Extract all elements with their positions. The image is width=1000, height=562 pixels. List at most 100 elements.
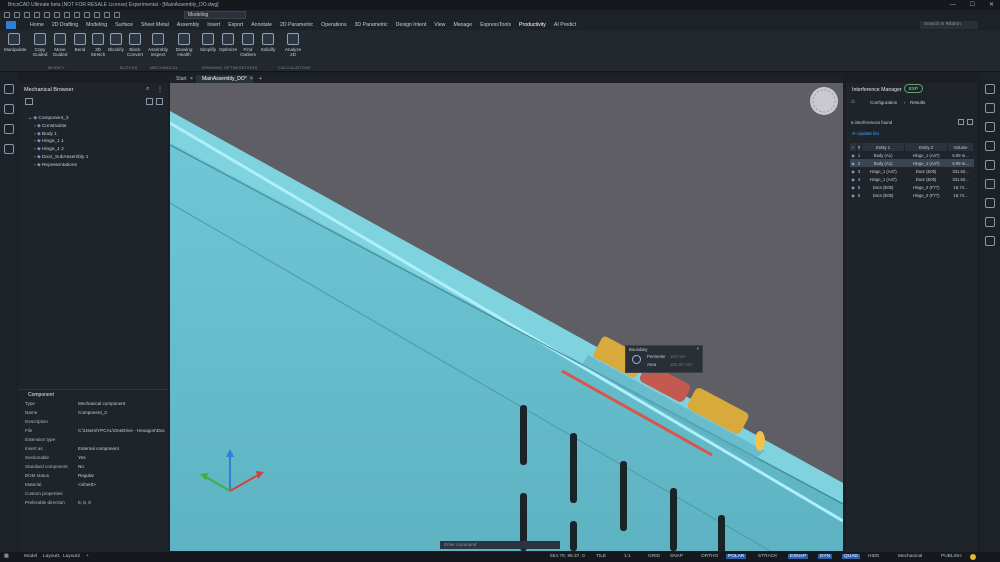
column-header[interactable]: Entity 2: [904, 143, 949, 151]
property-value[interactable]: Regular: [78, 473, 94, 478]
tree-view-icon[interactable]: [25, 98, 33, 105]
cloud-icon[interactable]: [985, 236, 995, 246]
library-icon[interactable]: [985, 179, 995, 189]
property-row[interactable]: Sectionable Yes: [25, 455, 165, 460]
home-icon[interactable]: ⌂: [851, 99, 855, 105]
table-row[interactable]: ◉ 6 Door (E05) Hinge_2 (F77) 16.74...: [850, 191, 974, 199]
workspace-status[interactable]: Mechanical: [898, 552, 922, 562]
ribbon-button-blockify[interactable]: Blockify: [106, 33, 126, 52]
add-tab-button[interactable]: +: [259, 75, 262, 83]
expand-icon[interactable]: [146, 98, 153, 105]
status-toggle-dyn[interactable]: DYN: [818, 552, 833, 562]
settings-icon[interactable]: [967, 119, 973, 125]
tree-item[interactable]: › ◈ Body 1: [28, 131, 88, 139]
properties-icon[interactable]: [4, 84, 14, 94]
close-icon[interactable]: ×: [696, 346, 699, 351]
status-toggle-strack[interactable]: STRACK: [758, 552, 777, 562]
color-icon[interactable]: [74, 12, 80, 18]
property-value[interactable]: Yes: [78, 455, 86, 460]
tree-item[interactable]: ⌄ ◈ Component_3: [28, 115, 88, 123]
view-cube-icon[interactable]: [94, 12, 100, 18]
linetype-icon[interactable]: [84, 12, 90, 18]
table-row[interactable]: ◉ 1 Body (A1) Hinge_1 (A47) 6.99 m...: [850, 151, 974, 159]
more-icon[interactable]: ⋮: [157, 86, 163, 93]
notification-icon[interactable]: [970, 554, 976, 560]
tree-item[interactable]: › ◈ Door_SubAssembly 1: [28, 154, 88, 162]
property-value[interactable]: Component_3: [78, 410, 107, 415]
property-value[interactable]: Mechanical component: [78, 401, 125, 406]
redo-icon[interactable]: [54, 12, 60, 18]
structure-icon[interactable]: [4, 144, 14, 154]
tree-item[interactable]: › ◈ Constraints: [28, 123, 88, 131]
maximize-icon[interactable]: ☐: [970, 0, 975, 10]
property-row[interactable]: Preferable direction 0, 0, 0: [25, 500, 165, 505]
column-header[interactable]: Volume: [947, 143, 974, 151]
layers-icon[interactable]: [985, 141, 995, 151]
app-logo-icon[interactable]: [6, 21, 16, 29]
ribbon-search-input[interactable]: Search in Ribbon: [920, 21, 978, 29]
drawing-explorer-icon[interactable]: [985, 84, 995, 94]
workspace-selector[interactable]: Modeling: [184, 11, 246, 19]
property-row[interactable]: Description: [25, 419, 165, 424]
property-value[interactable]: No: [78, 464, 84, 469]
interference-icon[interactable]: [985, 103, 995, 113]
property-value[interactable]: External component: [78, 446, 119, 451]
status-toggle-ortho[interactable]: ORTHO: [701, 552, 718, 562]
breadcrumb-configuration[interactable]: Configuration: [870, 100, 897, 105]
mechanical-browser-icon[interactable]: [4, 104, 14, 114]
tree-item[interactable]: › ◈ Hinge_1 1: [28, 138, 88, 146]
property-row[interactable]: File C:\Users\YPCAL\OneDrive - Hexagon\Do…: [25, 428, 165, 433]
ribbon-button-analyze-2d[interactable]: Analyze 2D: [283, 33, 303, 57]
grid-icon[interactable]: ▦: [4, 552, 9, 562]
publish-button[interactable]: PUBLISH: [941, 552, 962, 562]
ribbon-button-block-convert[interactable]: Block Convert: [125, 33, 145, 57]
search-icon[interactable]: ⌕: [146, 86, 149, 93]
command-line-input[interactable]: Enter command: [440, 541, 560, 549]
ribbon-button-drawing-health[interactable]: Drawing Health: [174, 33, 194, 57]
property-row[interactable]: Standard component No: [25, 464, 165, 469]
save-icon[interactable]: [24, 12, 30, 18]
render-icon[interactable]: [985, 217, 995, 227]
status-toggle-snap[interactable]: SNAP: [670, 552, 683, 562]
ribbon-button-manipulate[interactable]: Manipulate: [4, 33, 26, 52]
status-toggle-1-1[interactable]: 1:1: [624, 552, 631, 562]
open-icon[interactable]: [14, 12, 20, 18]
column-header[interactable]: Entity 1: [861, 143, 906, 151]
materials-icon[interactable]: [985, 160, 995, 170]
layout-tab-layout1[interactable]: Layout1: [43, 552, 60, 562]
settings-icon[interactable]: [985, 122, 995, 132]
tree-item[interactable]: › ◈ Representations: [28, 162, 88, 170]
visual-style-icon[interactable]: [114, 12, 120, 18]
property-row[interactable]: Type Mechanical component: [25, 401, 165, 406]
ribbon-button-bend[interactable]: Bend: [70, 33, 90, 52]
table-icon[interactable]: [985, 198, 995, 208]
ribbon-button-assembly-inspect[interactable]: Assembly Inspect: [148, 33, 168, 57]
navigation-wheel[interactable]: [810, 87, 838, 115]
filter-icon[interactable]: [156, 98, 163, 105]
update-list-button[interactable]: ⟳ Update list: [852, 131, 879, 137]
status-toggle-hide[interactable]: HIDE: [868, 552, 879, 562]
save-icon[interactable]: [958, 119, 964, 125]
formula-icon[interactable]: [4, 124, 14, 134]
layout-tab-layout2[interactable]: Layout2: [63, 552, 80, 562]
tab-mainassembly[interactable]: MainAssembly_DO*: [196, 75, 253, 83]
layout-tab-model[interactable]: Model: [24, 552, 37, 562]
ribbon-button-find-outliers[interactable]: Find Outliers: [238, 33, 258, 57]
status-toggle-grid[interactable]: GRID: [648, 552, 660, 562]
table-row[interactable]: ◉ 4 Hinge_1 (A47) Door (E05) 331.50...: [850, 175, 974, 183]
close-tab-icon[interactable]: ×: [190, 75, 193, 83]
add-layout-button[interactable]: +: [86, 552, 89, 562]
table-row[interactable]: ◉ 5 Door (E05) Hinge_2 (F77) 16.74...: [850, 183, 974, 191]
ribbon-button-copy-guided[interactable]: Copy Guided: [30, 33, 50, 57]
status-toggle-polar[interactable]: POLAR: [726, 552, 747, 562]
print-icon[interactable]: [34, 12, 40, 18]
ribbon-button-optimize[interactable]: Optimize: [218, 33, 238, 52]
property-row[interactable]: Material <inherit>: [25, 482, 165, 487]
layer-icon[interactable]: [64, 12, 70, 18]
status-toggle-quad[interactable]: QUAD: [842, 552, 860, 562]
ribbon-button-move-guided[interactable]: Move Guided: [50, 33, 70, 57]
property-row[interactable]: Custom properties: [25, 491, 165, 496]
table-row[interactable]: ◉ 3 Hinge_1 (A47) Door (E05) 331.50...: [850, 167, 974, 175]
status-toggle-esnap[interactable]: ESNAP: [788, 552, 809, 562]
breadcrumb-results[interactable]: Results: [910, 100, 925, 105]
